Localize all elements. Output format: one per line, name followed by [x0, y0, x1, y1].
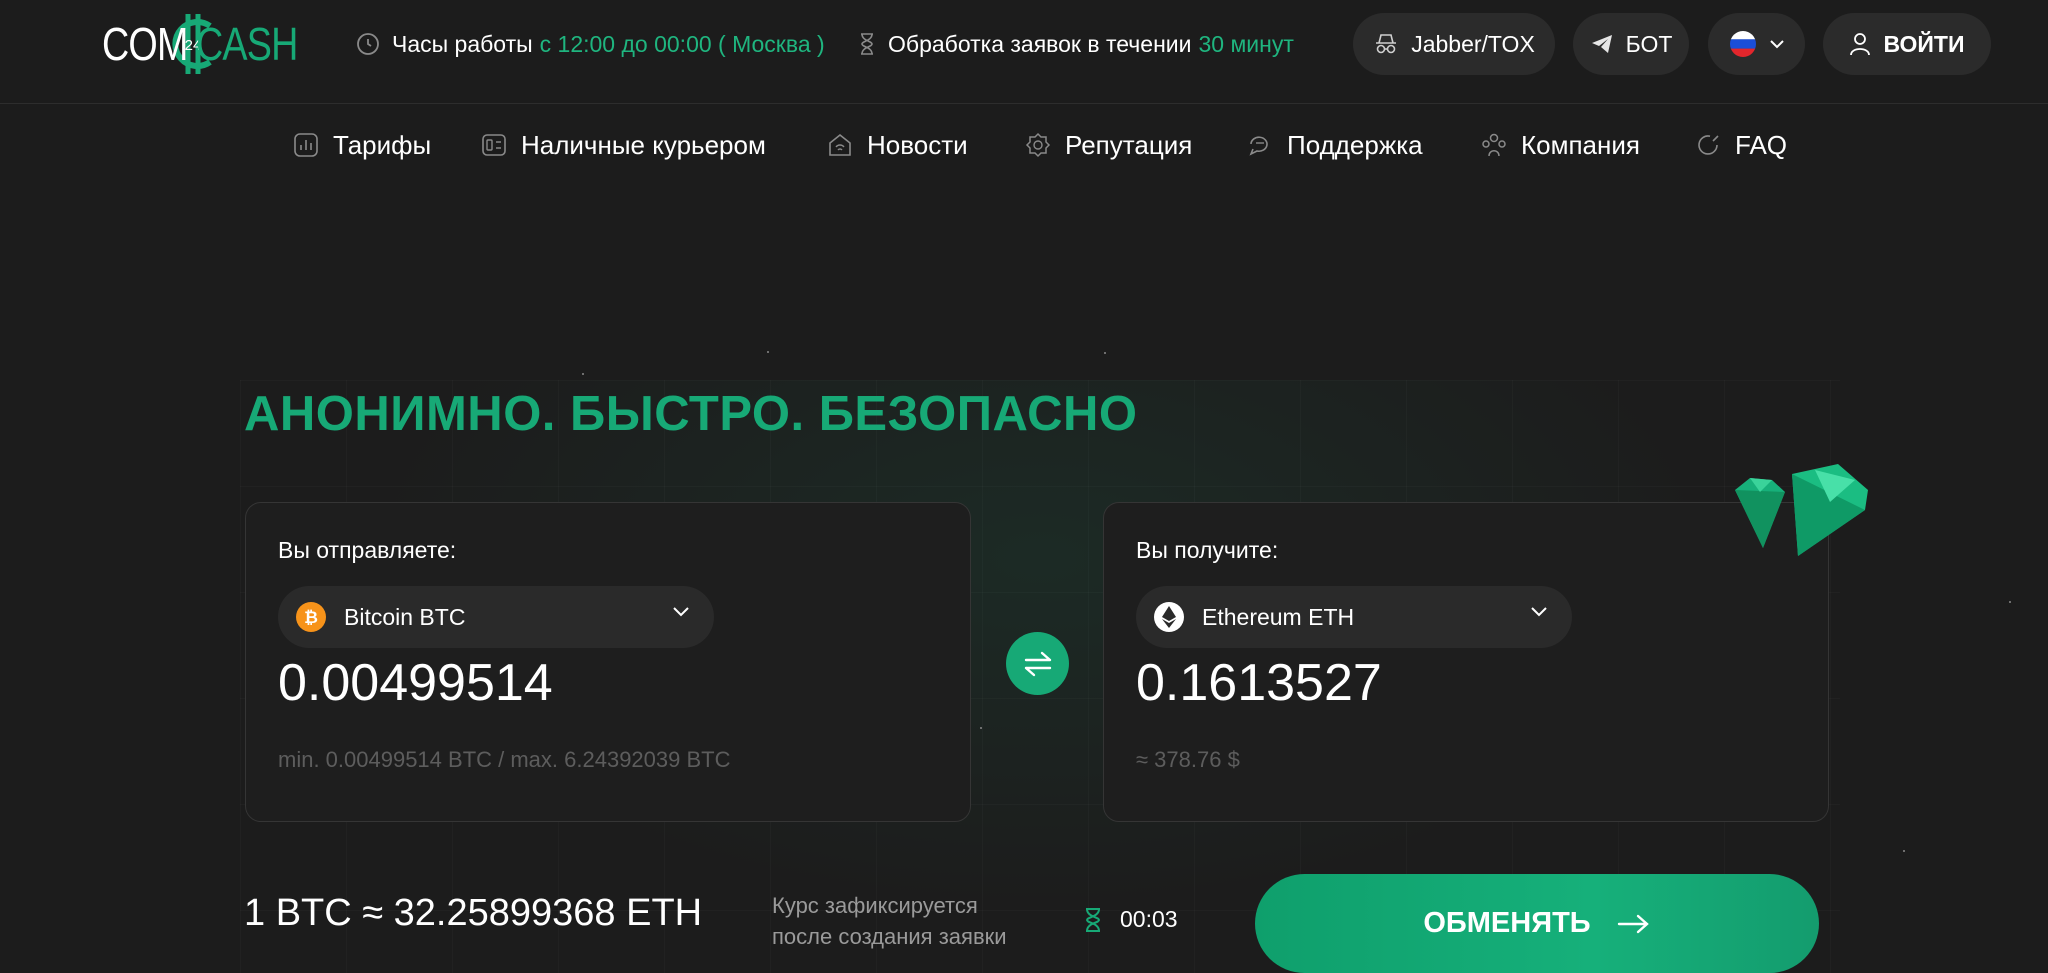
nav-item-company[interactable]: Компания	[1481, 122, 1640, 168]
star-dot	[980, 727, 982, 729]
working-hours-value: с 12:00 до 00:00 ( Москва )	[539, 30, 825, 57]
send-currency-select[interactable]: ₿ Bitcoin BTC	[278, 586, 714, 648]
exchange-rate: 1 BTC ≈ 32.25899368 ETH	[244, 892, 703, 934]
nav-item-tariffs[interactable]: Тарифы	[293, 122, 431, 168]
svg-text:₿: ₿	[304, 608, 318, 627]
login-button[interactable]: ВОЙТИ	[1823, 13, 1991, 75]
emerald-gems-icon	[1735, 464, 1868, 556]
star-dot	[1104, 352, 1106, 354]
top-header: COM 24 CASH Часы работы с 12:00 до 00:00…	[0, 0, 2048, 104]
chat-icon	[1249, 136, 1268, 156]
processing-time: Обработка заявок в течении 30 минут	[858, 24, 1294, 64]
swap-arrows-icon	[1024, 651, 1051, 676]
nav-item-support[interactable]: Поддержка	[1247, 122, 1423, 168]
chart-icon	[294, 133, 318, 157]
receive-usd-value: ≈ 378.76 $	[1136, 747, 1240, 772]
working-hours: Часы работы с 12:00 до 00:00 ( Москва )	[356, 24, 825, 64]
receive-currency-select[interactable]: Ethereum ETH	[1136, 586, 1572, 648]
nav-item-courier-cash[interactable]: Наличные курьером	[481, 122, 766, 168]
working-hours-label: Часы работы	[392, 30, 533, 57]
star-dot	[582, 373, 584, 375]
receive-label: Вы получите:	[1136, 537, 1279, 563]
receive-card: Вы получите: Ethereum ETH ≈ 378.76 $	[1103, 502, 1829, 822]
exchange-button-label: ОБМЕНЯТЬ	[1423, 907, 1591, 939]
chevron-down-icon	[1531, 607, 1547, 617]
nav-item-news[interactable]: Новости	[827, 122, 968, 168]
chevron-down-icon	[1769, 40, 1784, 49]
swap-button[interactable]	[1006, 632, 1069, 695]
exchange-button[interactable]: ОБМЕНЯТЬ	[1255, 874, 1819, 973]
rate-fix-note: Курс зафиксируется после создания заявки	[772, 893, 1007, 949]
logo[interactable]: COM 24 CASH	[102, 10, 320, 78]
language-selector[interactable]	[1708, 13, 1805, 75]
processing-value: 30 минут	[1198, 30, 1294, 57]
user-icon	[1850, 33, 1871, 56]
arrow-right-icon	[1617, 914, 1649, 933]
chevron-down-icon	[673, 607, 689, 617]
incognito-icon	[1376, 34, 1397, 54]
users-icon	[1482, 133, 1506, 157]
nav-item-reputation[interactable]: Репутация	[1025, 122, 1192, 168]
ethereum-icon	[1154, 602, 1184, 632]
send-label: Вы отправляете:	[278, 537, 457, 563]
hourglass-icon	[861, 33, 873, 55]
nav-item-faq[interactable]: FAQ	[1695, 122, 1787, 168]
send-currency-name: Bitcoin BTC	[344, 603, 466, 630]
nav-label: Компания	[1521, 129, 1640, 160]
logo-cash: CASH	[196, 18, 298, 70]
news-icon	[829, 133, 851, 156]
nav-label: Новости	[867, 129, 968, 160]
bot-label: БОТ	[1625, 30, 1673, 57]
bitcoin-icon: ₿	[296, 602, 326, 632]
nav-label: FAQ	[1735, 129, 1788, 160]
wallet-icon	[482, 134, 506, 156]
russia-flag-icon	[1729, 31, 1756, 57]
star-dot	[767, 351, 769, 353]
clock-icon	[357, 33, 379, 55]
hourglass-icon	[1085, 907, 1101, 932]
nav-label: Репутация	[1065, 129, 1193, 160]
nav-label: Поддержка	[1287, 129, 1423, 160]
jabber-tox-label: Jabber/TOX	[1411, 30, 1535, 57]
send-limits: min. 0.00499514 BTC / max. 6.24392039 BT…	[278, 747, 731, 772]
star-dot	[2009, 601, 2011, 603]
rate-timer: 00:03	[1084, 906, 1178, 933]
receive-amount-input[interactable]	[1136, 653, 1736, 713]
timer-value: 00:03	[1120, 906, 1178, 932]
send-card: Вы отправляете: ₿ Bitcoin BTC min. 0.004…	[245, 502, 971, 822]
nav-label: Тарифы	[333, 129, 432, 160]
receive-currency-name: Ethereum ETH	[1202, 603, 1355, 630]
login-label: ВОЙТИ	[1883, 30, 1965, 57]
send-amount-input[interactable]	[278, 653, 878, 713]
faq-icon	[1698, 135, 1719, 155]
badge-icon	[1025, 132, 1051, 158]
telegram-icon	[1591, 35, 1612, 53]
bot-button[interactable]: БОТ	[1573, 13, 1689, 75]
star-dot	[1903, 850, 1905, 852]
hero-title: АНОНИМНО. БЫСТРО. БЕЗОПАСНО	[244, 387, 1138, 441]
nav-label: Наличные курьером	[521, 129, 766, 160]
jabber-tox-button[interactable]: Jabber/TOX	[1353, 13, 1555, 75]
processing-label: Обработка заявок в течении	[888, 30, 1192, 57]
logo-com: COM	[102, 18, 188, 70]
